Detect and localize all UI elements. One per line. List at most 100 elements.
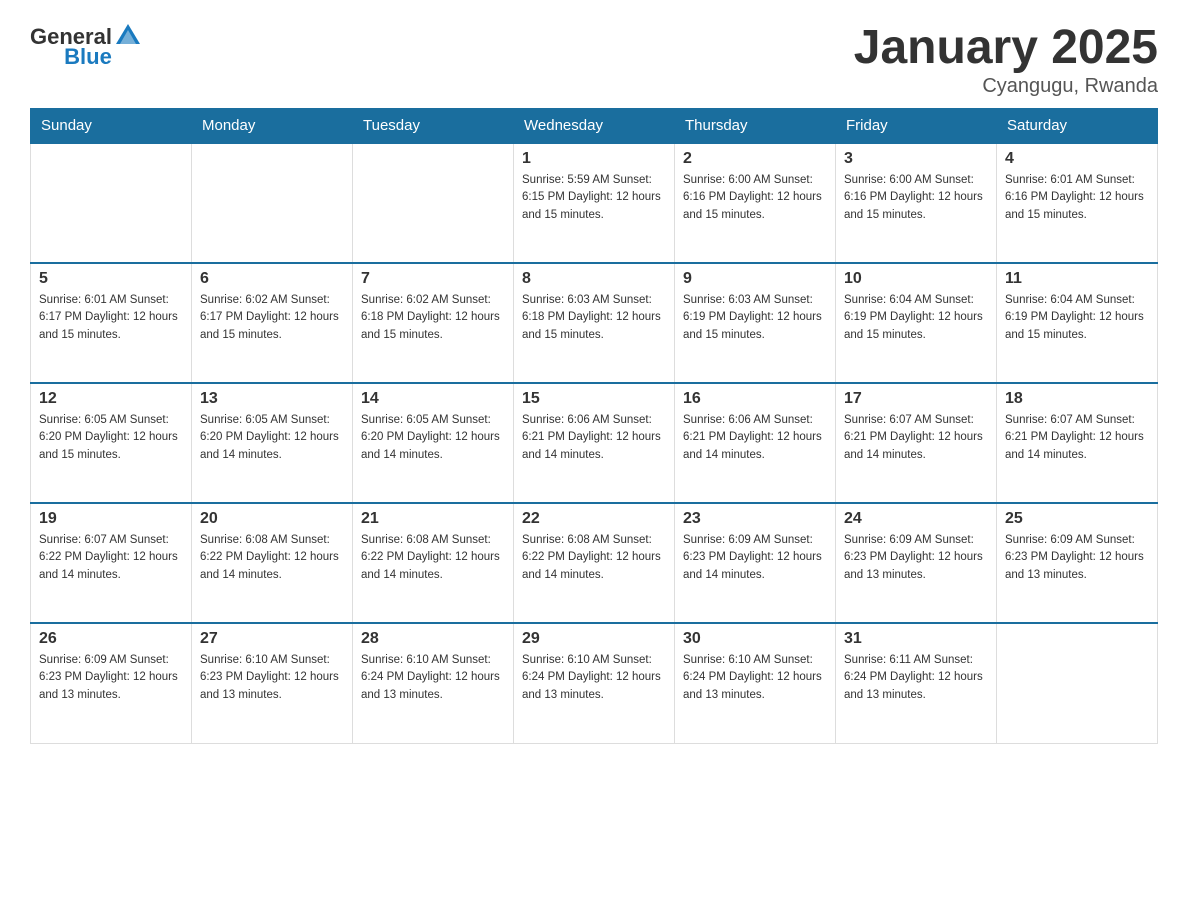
calendar-cell: 12Sunrise: 6:05 AM Sunset: 6:20 PM Dayli… <box>31 383 192 503</box>
day-info: Sunrise: 6:10 AM Sunset: 6:24 PM Dayligh… <box>522 652 666 704</box>
calendar-cell: 7 Sunrise: 6:02 AM Sunset: 6:18 PM Daylig… <box>353 263 514 383</box>
day-number: 14 <box>361 390 505 408</box>
day-info: Sunrise: 6:01 AM Sunset: 6:17 PM Dayligh… <box>39 292 183 344</box>
calendar-cell: 13 Sunrise: 6:05 AM Sunset: 6:20 PM Dayli… <box>192 383 353 503</box>
day-number: 28 <box>361 630 505 648</box>
calendar-cell: 18 Sunrise: 6:07 AM Sunset: 6:21 PM Dayli… <box>997 383 1158 503</box>
logo-triangle-icon <box>114 20 142 48</box>
day-info: Sunrise: 6:04 AM Sunset: 6:19 PM Dayligh… <box>1005 292 1149 344</box>
calendar-cell: 26 Sunrise: 6:09 AM Sunset: 6:23 PM Dayli… <box>31 623 192 743</box>
title-block: January 2025 Cyangugu, Rwanda <box>854 20 1158 98</box>
calendar-cell: 28 Sunrise: 6:10 AM Sunset: 6:24 PM Dayli… <box>353 623 514 743</box>
header-day-saturday: Saturday <box>997 109 1158 144</box>
location: Cyangugu, Rwanda <box>854 75 1158 98</box>
day-number: 1 <box>522 150 666 168</box>
calendar-cell: 15 Sunrise: 6:06 AM Sunset: 6:21 PM Dayli… <box>514 383 675 503</box>
day-number: 29 <box>522 630 666 648</box>
day-info: Sunrise: 6:10 AM Sunset: 6:24 PM Dayligh… <box>683 652 827 704</box>
day-info: Sunrise: 6:02 AM Sunset: 6:18 PM Dayligh… <box>361 292 505 344</box>
calendar-cell <box>353 143 514 263</box>
day-info: Sunrise: 6:03 AM Sunset: 6:19 PM Dayligh… <box>683 292 827 344</box>
day-info: Sunrise: 6:06 AM Sunset: 6:21 PM Dayligh… <box>683 412 827 464</box>
header-day-tuesday: Tuesday <box>353 109 514 144</box>
day-number: 11 <box>1005 270 1149 288</box>
day-number: 8 <box>522 270 666 288</box>
day-number: 31 <box>844 630 988 648</box>
day-info: Sunrise: 6:05 AM Sunset: 6:20 PM Dayligh… <box>39 412 183 464</box>
week-row-1: 1 Sunrise: 5:59 AM Sunset: 6:15 PM Daylig… <box>31 143 1158 263</box>
day-info: Sunrise: 6:10 AM Sunset: 6:24 PM Dayligh… <box>361 652 505 704</box>
logo-blue: Blue <box>64 44 112 70</box>
day-number: 15 <box>522 390 666 408</box>
day-info: Sunrise: 6:07 AM Sunset: 6:21 PM Dayligh… <box>1005 412 1149 464</box>
page-header: General Blue January 2025 Cyangugu, Rwan… <box>30 20 1158 98</box>
calendar-cell: 31 Sunrise: 6:11 AM Sunset: 6:24 PM Dayli… <box>836 623 997 743</box>
calendar-cell: 8 Sunrise: 6:03 AM Sunset: 6:18 PM Daylig… <box>514 263 675 383</box>
day-number: 21 <box>361 510 505 528</box>
calendar-cell: 16 Sunrise: 6:06 AM Sunset: 6:21 PM Dayli… <box>675 383 836 503</box>
day-number: 23 <box>683 510 827 528</box>
header-day-thursday: Thursday <box>675 109 836 144</box>
day-info: Sunrise: 6:04 AM Sunset: 6:19 PM Dayligh… <box>844 292 988 344</box>
week-row-5: 26 Sunrise: 6:09 AM Sunset: 6:23 PM Dayli… <box>31 623 1158 743</box>
day-number: 22 <box>522 510 666 528</box>
day-info: Sunrise: 6:01 AM Sunset: 6:16 PM Dayligh… <box>1005 172 1149 224</box>
calendar-cell: 20Sunrise: 6:08 AM Sunset: 6:22 PM Dayli… <box>192 503 353 623</box>
day-info: Sunrise: 6:09 AM Sunset: 6:23 PM Dayligh… <box>39 652 183 704</box>
day-number: 3 <box>844 150 988 168</box>
calendar-cell: 25Sunrise: 6:09 AM Sunset: 6:23 PM Dayli… <box>997 503 1158 623</box>
calendar-cell: 11 Sunrise: 6:04 AM Sunset: 6:19 PM Dayli… <box>997 263 1158 383</box>
calendar-cell: 2Sunrise: 6:00 AM Sunset: 6:16 PM Daylig… <box>675 143 836 263</box>
header-day-sunday: Sunday <box>31 109 192 144</box>
day-number: 24 <box>844 510 988 528</box>
logo: General Blue <box>30 20 142 70</box>
day-info: Sunrise: 6:07 AM Sunset: 6:21 PM Dayligh… <box>844 412 988 464</box>
calendar-cell: 3 Sunrise: 6:00 AM Sunset: 6:16 PM Daylig… <box>836 143 997 263</box>
calendar-cell <box>192 143 353 263</box>
header-day-monday: Monday <box>192 109 353 144</box>
week-row-2: 5 Sunrise: 6:01 AM Sunset: 6:17 PM Daylig… <box>31 263 1158 383</box>
calendar-cell: 6 Sunrise: 6:02 AM Sunset: 6:17 PM Daylig… <box>192 263 353 383</box>
day-info: Sunrise: 6:02 AM Sunset: 6:17 PM Dayligh… <box>200 292 344 344</box>
day-number: 30 <box>683 630 827 648</box>
calendar-cell: 24 Sunrise: 6:09 AM Sunset: 6:23 PM Dayli… <box>836 503 997 623</box>
day-info: Sunrise: 6:08 AM Sunset: 6:22 PM Dayligh… <box>200 532 344 584</box>
day-info: Sunrise: 6:00 AM Sunset: 6:16 PM Dayligh… <box>844 172 988 224</box>
day-number: 7 <box>361 270 505 288</box>
day-info: Sunrise: 6:06 AM Sunset: 6:21 PM Dayligh… <box>522 412 666 464</box>
day-info: Sunrise: 6:10 AM Sunset: 6:23 PM Dayligh… <box>200 652 344 704</box>
day-number: 26 <box>39 630 183 648</box>
day-info: Sunrise: 6:09 AM Sunset: 6:23 PM Dayligh… <box>844 532 988 584</box>
day-number: 9 <box>683 270 827 288</box>
day-info: Sunrise: 6:03 AM Sunset: 6:18 PM Dayligh… <box>522 292 666 344</box>
day-info: Sunrise: 5:59 AM Sunset: 6:15 PM Dayligh… <box>522 172 666 224</box>
day-number: 17 <box>844 390 988 408</box>
header-day-friday: Friday <box>836 109 997 144</box>
day-info: Sunrise: 6:11 AM Sunset: 6:24 PM Dayligh… <box>844 652 988 704</box>
day-number: 13 <box>200 390 344 408</box>
calendar-cell: 1 Sunrise: 5:59 AM Sunset: 6:15 PM Daylig… <box>514 143 675 263</box>
day-number: 4 <box>1005 150 1149 168</box>
day-number: 10 <box>844 270 988 288</box>
day-number: 16 <box>683 390 827 408</box>
week-row-3: 12Sunrise: 6:05 AM Sunset: 6:20 PM Dayli… <box>31 383 1158 503</box>
calendar-cell: 5 Sunrise: 6:01 AM Sunset: 6:17 PM Daylig… <box>31 263 192 383</box>
calendar-cell: 14 Sunrise: 6:05 AM Sunset: 6:20 PM Dayli… <box>353 383 514 503</box>
day-number: 18 <box>1005 390 1149 408</box>
calendar-cell: 30 Sunrise: 6:10 AM Sunset: 6:24 PM Dayli… <box>675 623 836 743</box>
month-title: January 2025 <box>854 20 1158 75</box>
calendar-table: SundayMondayTuesdayWednesdayThursdayFrid… <box>30 108 1158 744</box>
day-number: 25 <box>1005 510 1149 528</box>
week-row-4: 19Sunrise: 6:07 AM Sunset: 6:22 PM Dayli… <box>31 503 1158 623</box>
header-day-wednesday: Wednesday <box>514 109 675 144</box>
day-number: 6 <box>200 270 344 288</box>
day-info: Sunrise: 6:05 AM Sunset: 6:20 PM Dayligh… <box>361 412 505 464</box>
calendar-cell: 23Sunrise: 6:09 AM Sunset: 6:23 PM Dayli… <box>675 503 836 623</box>
day-info: Sunrise: 6:08 AM Sunset: 6:22 PM Dayligh… <box>361 532 505 584</box>
calendar-cell <box>997 623 1158 743</box>
day-info: Sunrise: 6:08 AM Sunset: 6:22 PM Dayligh… <box>522 532 666 584</box>
day-number: 5 <box>39 270 183 288</box>
calendar-cell: 22 Sunrise: 6:08 AM Sunset: 6:22 PM Dayli… <box>514 503 675 623</box>
day-info: Sunrise: 6:05 AM Sunset: 6:20 PM Dayligh… <box>200 412 344 464</box>
day-info: Sunrise: 6:00 AM Sunset: 6:16 PM Dayligh… <box>683 172 827 224</box>
